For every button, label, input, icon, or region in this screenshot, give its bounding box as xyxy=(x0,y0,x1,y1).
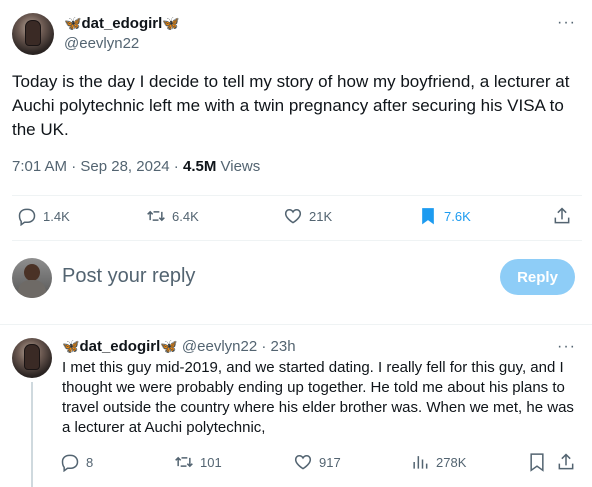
repost-count: 6.4K xyxy=(172,208,199,224)
share-icon xyxy=(554,207,570,224)
divider xyxy=(12,195,582,196)
reply-reply-count: 8 xyxy=(86,454,94,470)
thread-line xyxy=(31,382,33,487)
reply-author-handle[interactable]: @eevlyn22 xyxy=(182,338,257,355)
tweet-time[interactable]: 7:01 AM xyxy=(12,158,67,175)
reply-more-options-button[interactable]: ··· xyxy=(557,338,576,356)
divider xyxy=(0,324,592,325)
reply-count: 1.4K xyxy=(43,208,70,224)
reply-age[interactable]: 23h xyxy=(271,338,296,355)
more-options-button[interactable]: ··· xyxy=(557,14,576,32)
views-count: 4.5M xyxy=(182,158,217,175)
share-icon xyxy=(558,453,574,470)
reply-bookmark-action[interactable] xyxy=(527,452,547,472)
bookmark-icon xyxy=(422,208,434,225)
reply-repost-count: 101 xyxy=(200,454,222,470)
butterfly-icon: 🦋 xyxy=(160,338,178,354)
reply-author-avatar[interactable] xyxy=(12,338,52,378)
reply-views-action[interactable]: 278K xyxy=(410,452,466,472)
author-avatar[interactable] xyxy=(12,13,54,55)
reply-like-action[interactable]: 917 xyxy=(293,452,341,472)
author-name[interactable]: dat_edogirl xyxy=(81,15,162,32)
views-icon xyxy=(413,456,428,469)
reply-share-action[interactable] xyxy=(556,452,576,472)
reply-views-count: 278K xyxy=(436,454,467,470)
reply-icon xyxy=(61,454,79,472)
author-display-name[interactable]: 🦋dat_edogirl🦋 xyxy=(64,15,180,33)
reply-author-name[interactable]: dat_edogirl xyxy=(79,338,160,355)
like-count: 21K xyxy=(309,208,333,224)
reply-header: 🦋dat_edogirl🦋 @eevlyn22 · 23h xyxy=(62,338,296,355)
bookmark-icon xyxy=(530,453,544,472)
heart-icon xyxy=(284,208,302,224)
like-action[interactable]: 21K xyxy=(283,206,332,226)
reply-input[interactable]: Post your reply xyxy=(62,265,195,288)
divider xyxy=(12,240,582,241)
share-action[interactable] xyxy=(552,206,572,226)
butterfly-icon: 🦋 xyxy=(62,338,80,354)
butterfly-icon: 🦋 xyxy=(64,15,82,31)
reply-reply-action[interactable]: 8 xyxy=(60,452,93,472)
tweet-date[interactable]: Sep 28, 2024 xyxy=(80,158,169,175)
reply-action[interactable]: 1.4K xyxy=(17,206,70,226)
repost-icon xyxy=(175,456,193,468)
repost-icon xyxy=(147,210,165,222)
reply-like-count: 917 xyxy=(319,454,341,470)
author-handle[interactable]: @eevlyn22 xyxy=(64,35,139,52)
repost-action[interactable]: 6.4K xyxy=(146,206,199,226)
reply-text: I met this guy mid-2019, and we started … xyxy=(62,359,574,436)
current-user-avatar[interactable] xyxy=(12,258,52,298)
bookmark-action[interactable]: 7.6K xyxy=(418,206,471,226)
reply-icon xyxy=(18,208,36,226)
reply-repost-action[interactable]: 101 xyxy=(174,452,222,472)
butterfly-icon: 🦋 xyxy=(162,15,180,31)
reply-button[interactable]: Reply xyxy=(500,259,575,295)
heart-icon xyxy=(294,454,312,470)
tweet-meta: 7:01 AM · Sep 28, 2024 · 4.5M Views xyxy=(12,158,261,175)
bookmark-count: 7.6K xyxy=(444,208,471,224)
tweet-text: Today is the day I decide to tell my sto… xyxy=(12,72,570,139)
views-label: Views xyxy=(220,158,261,175)
